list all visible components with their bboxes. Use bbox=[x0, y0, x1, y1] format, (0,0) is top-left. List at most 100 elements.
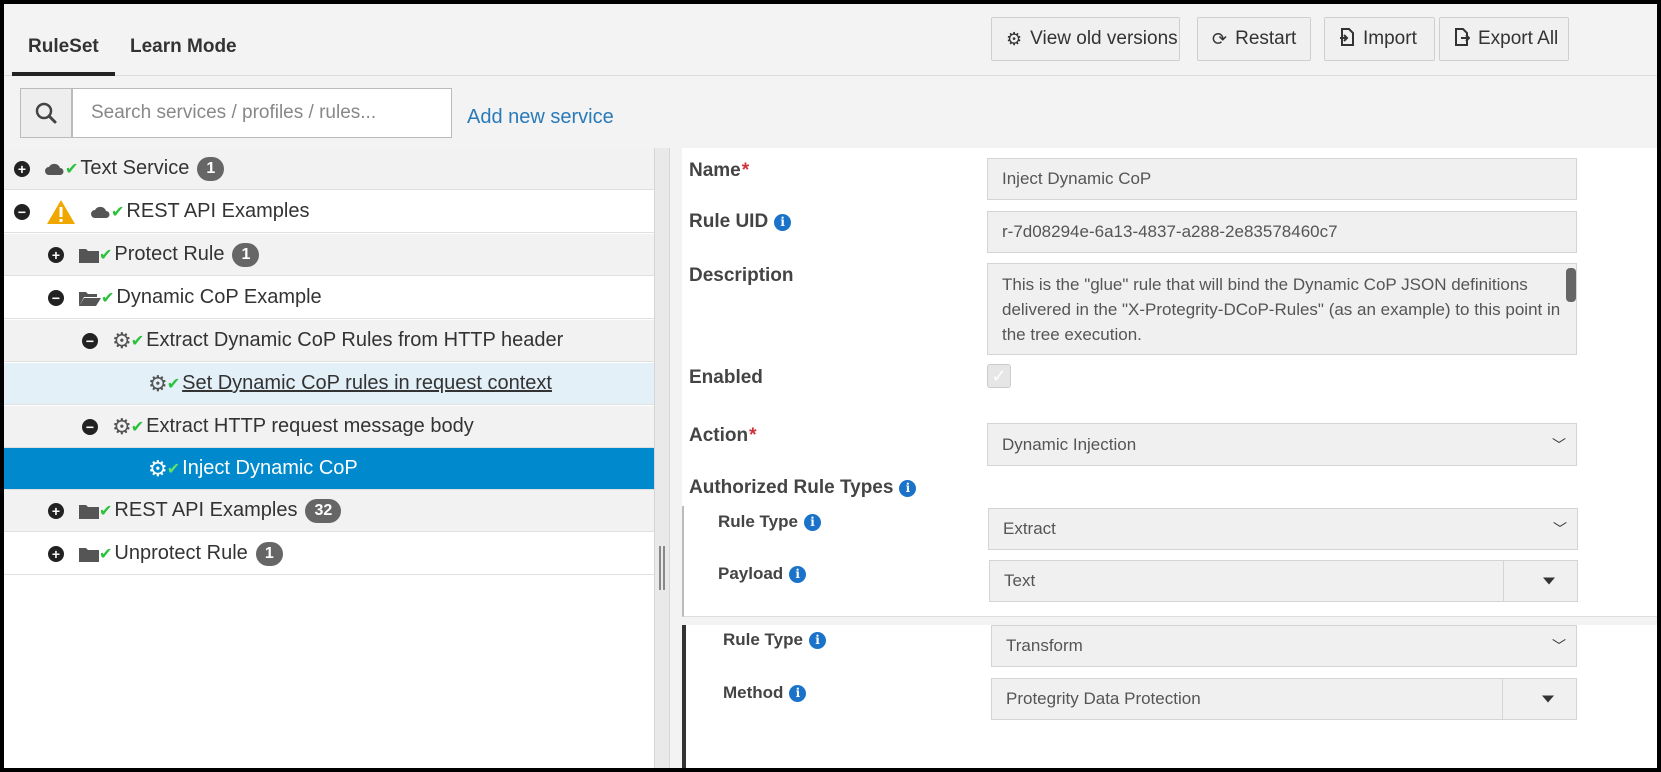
info-icon[interactable]: i bbox=[774, 213, 792, 231]
tree-row-set-dcop-rules[interactable]: ⚙ ✔ Set Dynamic CoP rules in request cont… bbox=[4, 363, 654, 405]
tree-label: Inject Dynamic CoP bbox=[182, 457, 358, 479]
expand-icon[interactable]: + bbox=[48, 502, 64, 519]
gear-icon: ⚙ bbox=[112, 327, 132, 353]
check-icon: ✔ bbox=[111, 203, 125, 221]
restart-button[interactable]: ⟳ Restart bbox=[1197, 17, 1311, 61]
folder-icon bbox=[78, 545, 100, 563]
description-textarea[interactable]: This is the "glue" rule that will bind t… bbox=[987, 263, 1577, 355]
import-button[interactable]: Import bbox=[1324, 17, 1435, 61]
info-icon[interactable]: i bbox=[803, 513, 821, 531]
tree-row-text-service[interactable]: + ✔ Text Service 1 bbox=[4, 148, 654, 190]
section-gap bbox=[682, 617, 1657, 625]
rule-uid-field[interactable]: r-7d08294e-6a13-4837-a288-2e83578460c7 bbox=[987, 211, 1577, 253]
export-all-label: Export All bbox=[1478, 28, 1559, 49]
tree-row-protect-rule[interactable]: + ✔ Protect Rule 1 bbox=[4, 234, 654, 276]
action-select[interactable]: Dynamic Injection ﹀ bbox=[987, 423, 1577, 466]
collapse-icon[interactable]: − bbox=[14, 203, 30, 220]
authorized-rule-type-1: Rule Type i Extract ﹀ Payload i Text bbox=[682, 506, 1657, 617]
import-icon bbox=[1339, 27, 1355, 51]
dropdown-toggle[interactable] bbox=[1503, 561, 1577, 601]
count-badge: 32 bbox=[305, 498, 342, 523]
check-icon: ✔ bbox=[99, 502, 113, 520]
restart-label: Restart bbox=[1235, 28, 1297, 49]
refresh-icon: ⟳ bbox=[1212, 28, 1228, 49]
check-icon: ✔ bbox=[65, 160, 79, 178]
info-icon[interactable]: i bbox=[789, 684, 807, 702]
export-icon bbox=[1454, 27, 1471, 51]
tree-row-inject-dynamic-cop[interactable]: ⚙ ✔ Inject Dynamic CoP bbox=[4, 448, 654, 490]
info-icon[interactable]: i bbox=[808, 631, 826, 649]
panel-splitter[interactable] bbox=[654, 148, 670, 768]
tree-label: REST API Examples bbox=[126, 200, 310, 222]
tree-row-extract-dcop-header[interactable]: − ⚙ ✔ Extract Dynamic CoP Rules from HTTP… bbox=[4, 320, 654, 362]
info-icon[interactable]: i bbox=[789, 565, 807, 583]
method-select[interactable]: Protegrity Data Protection bbox=[991, 678, 1577, 720]
rule-type-select[interactable]: Transform ﹀ bbox=[991, 625, 1577, 667]
tree-label: Set Dynamic CoP rules in request context bbox=[182, 372, 552, 394]
import-label: Import bbox=[1363, 28, 1417, 49]
search-icon bbox=[35, 102, 57, 124]
splitter-grip[interactable] bbox=[659, 546, 665, 590]
tree-label: Protect Rule bbox=[114, 243, 225, 265]
view-old-versions-button[interactable]: ⚙ View old versions bbox=[991, 17, 1180, 61]
check-icon: ✔ bbox=[130, 418, 145, 436]
folder-open-icon bbox=[78, 289, 102, 307]
authorized-rule-type-2: Rule Type i Transform ﹀ Method i Protegrit… bbox=[682, 625, 1657, 768]
method-label: Method i bbox=[723, 683, 807, 703]
search-input[interactable] bbox=[72, 88, 452, 138]
collapse-icon[interactable]: − bbox=[48, 289, 64, 306]
check-icon: ✔ bbox=[166, 375, 181, 393]
count-badge: 1 bbox=[232, 242, 260, 267]
rule-type-label: Rule Type i bbox=[723, 630, 826, 650]
check-icon: ✔ bbox=[130, 332, 145, 350]
tree-row-rest-api-examples-folder[interactable]: + ✔ REST API Examples 32 bbox=[4, 490, 654, 532]
check-icon: ✔ bbox=[166, 460, 181, 478]
tab-learn-mode[interactable]: Learn Mode bbox=[114, 4, 253, 76]
gear-icon: ⚙ bbox=[1006, 28, 1023, 49]
tree-label: Extract HTTP request message body bbox=[146, 415, 474, 437]
search-button[interactable] bbox=[20, 88, 72, 138]
check-icon: ✔ bbox=[99, 246, 113, 264]
textarea-scrollbar[interactable] bbox=[1566, 268, 1576, 302]
gear-icon: ⚙ bbox=[112, 413, 132, 439]
collapse-icon[interactable]: − bbox=[82, 418, 98, 435]
payload-select[interactable]: Text bbox=[989, 560, 1578, 602]
info-icon[interactable]: i bbox=[899, 479, 917, 497]
expand-icon[interactable]: + bbox=[48, 545, 64, 562]
view-old-versions-label: View old versions bbox=[1030, 28, 1178, 49]
cloud-icon bbox=[44, 162, 66, 176]
collapse-icon[interactable]: − bbox=[82, 332, 98, 349]
chevron-down-icon: ﹀ bbox=[1553, 521, 1567, 537]
expand-icon[interactable]: + bbox=[48, 246, 64, 263]
payload-label: Payload i bbox=[718, 564, 807, 584]
chevron-down-icon: ﹀ bbox=[1552, 638, 1566, 654]
folder-icon bbox=[78, 246, 100, 264]
warning-icon bbox=[46, 199, 76, 225]
chevron-down-icon: ﹀ bbox=[1552, 436, 1566, 453]
count-badge: 1 bbox=[255, 541, 283, 566]
count-badge: 1 bbox=[197, 156, 225, 181]
tab-ruleset[interactable]: RuleSet bbox=[12, 4, 115, 76]
action-label: Action * bbox=[689, 425, 757, 446]
tree-label: REST API Examples bbox=[114, 499, 298, 521]
app-window: RuleSet Learn Mode ⚙ View old versions ⟳… bbox=[0, 0, 1661, 772]
tree-label: Text Service bbox=[80, 157, 190, 179]
tree-row-dynamic-cop-example[interactable]: − ✔ Dynamic CoP Example bbox=[4, 277, 654, 319]
tree-row-unprotect-rule[interactable]: + ✔ Unprotect Rule 1 bbox=[4, 533, 654, 575]
tree-row-extract-http-body[interactable]: − ⚙ ✔ Extract HTTP request message body bbox=[4, 406, 654, 448]
description-label: Description bbox=[689, 265, 794, 286]
caret-down-icon bbox=[1543, 577, 1555, 585]
add-new-service-link[interactable]: Add new service bbox=[467, 106, 614, 129]
expand-icon[interactable]: + bbox=[14, 160, 30, 177]
tree-row-rest-api-examples[interactable]: − ✔ REST API Examples bbox=[4, 191, 654, 233]
gear-icon: ⚙ bbox=[148, 370, 168, 396]
rule-type-select[interactable]: Extract ﹀ bbox=[988, 508, 1578, 550]
caret-down-icon bbox=[1542, 695, 1554, 703]
tree-label: Unprotect Rule bbox=[114, 542, 248, 564]
cloud-icon bbox=[90, 205, 112, 219]
dropdown-toggle[interactable] bbox=[1502, 679, 1576, 719]
rule-type-label: Rule Type i bbox=[718, 512, 821, 532]
name-field[interactable]: Inject Dynamic CoP bbox=[987, 158, 1577, 200]
enabled-checkbox[interactable]: ✓ bbox=[987, 364, 1011, 388]
export-all-button[interactable]: Export All bbox=[1439, 17, 1569, 61]
